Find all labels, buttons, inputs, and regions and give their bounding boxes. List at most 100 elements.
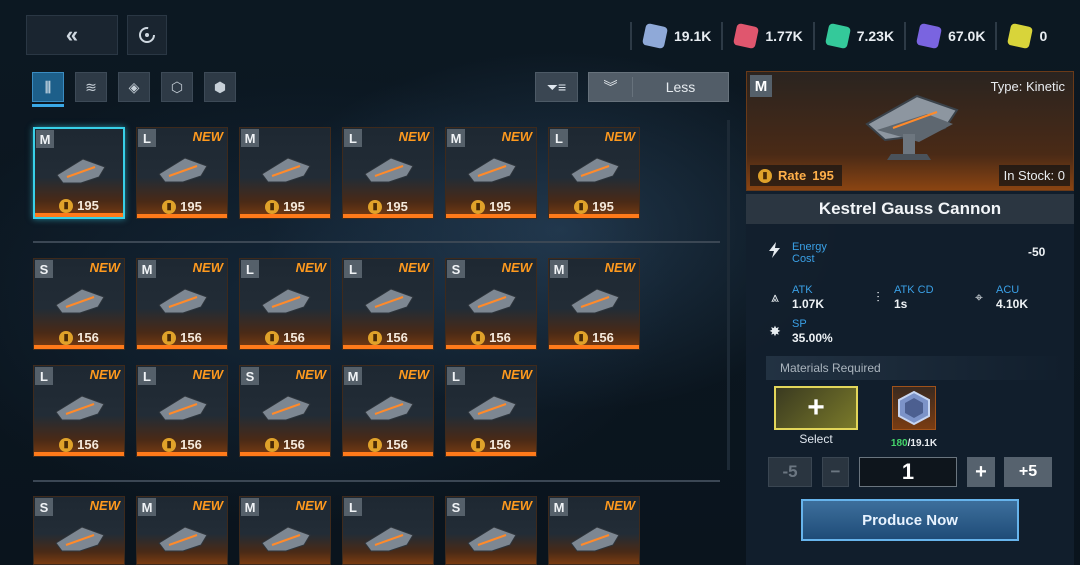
row-divider — [33, 241, 720, 243]
active-tab-indicator — [32, 104, 64, 107]
weapon-card[interactable]: M NEW — [136, 496, 228, 565]
cost-label: ▮ 156 — [137, 330, 227, 345]
size-badge: M — [447, 129, 465, 147]
refresh-icon — [139, 27, 155, 43]
cost-label: ▮ 156 — [34, 437, 124, 452]
resource-item[interactable]: 7.23K — [812, 22, 904, 50]
atk-cd-label: ATK CD — [894, 284, 934, 296]
size-badge: S — [35, 498, 53, 516]
minus-five-button[interactable]: -5 — [768, 457, 812, 487]
resource-item[interactable]: 19.1K — [630, 22, 721, 50]
weapon-card[interactable]: L NEW ▮ 195 — [342, 127, 434, 219]
card-glow — [137, 452, 227, 456]
cost-value: 156 — [283, 437, 305, 452]
back-button[interactable]: « — [26, 15, 118, 55]
size-badge: M — [750, 75, 772, 97]
green-crystal-icon — [824, 22, 851, 50]
weapon-card[interactable]: M ▮ 195 — [239, 127, 331, 219]
energy-icon — [769, 242, 780, 258]
weapon-image — [467, 395, 517, 421]
weapon-card[interactable]: L NEW ▮ 195 — [548, 127, 640, 219]
produce-now-button[interactable]: Produce Now — [801, 499, 1019, 541]
weapon-image — [55, 288, 105, 314]
ammo-icon: ⫼ — [44, 78, 52, 95]
card-glow — [240, 214, 330, 218]
weapon-card[interactable]: M NEW ▮ 195 — [445, 127, 537, 219]
plus-one-button[interactable]: + — [967, 457, 995, 487]
size-badge: L — [138, 367, 156, 385]
coin-icon: ▮ — [574, 330, 589, 345]
tab-module[interactable]: ⬡ — [161, 72, 193, 102]
filter-button[interactable]: ⏷≡ — [535, 72, 578, 102]
weapon-card[interactable]: S NEW — [33, 496, 125, 565]
double-chevron-down-icon: ︾ — [589, 77, 633, 97]
select-material-slot[interactable]: + — [774, 386, 858, 430]
tab-layers[interactable]: ◈ — [118, 72, 150, 102]
weapon-card[interactable]: S NEW ▮ 156 — [445, 258, 537, 350]
weapon-card[interactable]: S NEW — [445, 496, 537, 565]
size-badge: L — [344, 498, 362, 516]
cost-label: ▮ 156 — [549, 330, 639, 345]
resource-item[interactable]: 67.0K — [904, 22, 995, 50]
cost-value: 156 — [283, 330, 305, 345]
material-slot[interactable] — [892, 386, 936, 430]
weapon-card[interactable]: S NEW ▮ 156 — [33, 258, 125, 350]
weapon-card[interactable]: L NEW ▮ 156 — [239, 258, 331, 350]
weapon-image — [570, 288, 620, 314]
resource-item[interactable]: 1.77K — [721, 22, 812, 50]
plus-five-button[interactable]: +5 — [1004, 457, 1052, 487]
tab-ammo[interactable]: ⫼ — [32, 72, 64, 102]
materials-header: Materials Required — [766, 356, 1066, 380]
red-crystal-icon — [733, 22, 760, 50]
resource-item[interactable]: 0 — [995, 22, 1057, 50]
weapon-card[interactable]: M NEW ▮ 156 — [136, 258, 228, 350]
new-badge: NEW — [295, 367, 326, 382]
energy-label-line1: Energy — [792, 241, 827, 253]
scrollbar[interactable] — [727, 120, 730, 470]
weapon-card[interactable]: L NEW ▮ 156 — [136, 365, 228, 457]
minus-one-button[interactable]: − — [822, 457, 849, 487]
coin-icon: ▮ — [59, 198, 74, 213]
weapon-card[interactable]: L NEW ▮ 156 — [33, 365, 125, 457]
card-glow — [343, 214, 433, 218]
cost-label: ▮ 195 — [137, 199, 227, 214]
card-glow — [446, 214, 536, 218]
coin-icon: ▮ — [265, 199, 280, 214]
new-badge: NEW — [192, 129, 223, 144]
weapon-image — [364, 157, 414, 183]
card-glow — [240, 345, 330, 349]
weapon-image — [865, 94, 959, 160]
size-badge: M — [550, 498, 568, 516]
weapon-card[interactable]: L NEW ▮ 156 — [342, 258, 434, 350]
tab-thrusters[interactable]: ≋ — [75, 72, 107, 102]
weapon-card[interactable]: M NEW — [548, 496, 640, 565]
cost-value: 156 — [180, 437, 202, 452]
weapon-card[interactable]: L — [342, 496, 434, 565]
yellow-cube-icon — [1007, 22, 1034, 50]
tab-cube-stack[interactable]: ⬢ — [204, 72, 236, 102]
weapon-card[interactable]: M NEW ▮ 156 — [342, 365, 434, 457]
weapon-card[interactable]: L NEW ▮ 156 — [445, 365, 537, 457]
cost-value: 156 — [386, 330, 408, 345]
quantity-input[interactable]: 1 — [859, 457, 957, 487]
refresh-button[interactable] — [127, 15, 167, 55]
weapon-image — [56, 158, 106, 184]
rate-badge: ▮ Rate 195 — [750, 165, 842, 186]
coin-icon: ▮ — [162, 330, 177, 345]
layers-icon: ◈ — [128, 78, 140, 95]
weapon-card[interactable]: M NEW ▮ 156 — [548, 258, 640, 350]
plus-icon: + — [807, 391, 825, 424]
size-badge: S — [447, 260, 465, 278]
size-badge: M — [138, 498, 156, 516]
size-badge: M — [36, 130, 54, 148]
weapon-type: Type: Kinetic — [990, 79, 1065, 94]
filter-icon: ⏷≡ — [546, 78, 567, 95]
less-toggle-button[interactable]: ︾ Less — [588, 72, 729, 102]
weapon-image — [158, 395, 208, 421]
weapon-card[interactable]: M NEW — [239, 496, 331, 565]
weapon-card[interactable]: S NEW ▮ 156 — [239, 365, 331, 457]
weapon-card[interactable]: M ▮ 195 — [33, 127, 125, 219]
weapon-image — [570, 526, 620, 552]
weapon-card[interactable]: L NEW ▮ 195 — [136, 127, 228, 219]
cost-value: 195 — [489, 199, 511, 214]
